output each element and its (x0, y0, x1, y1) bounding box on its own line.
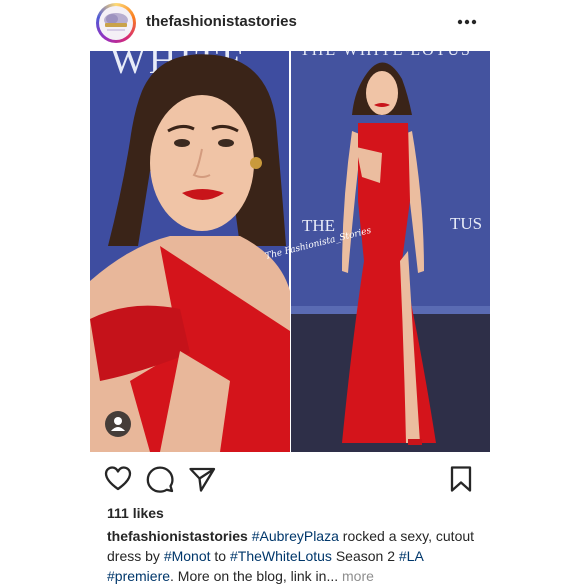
hashtag-la[interactable]: #LA (399, 548, 423, 564)
bookmark-icon[interactable] (447, 465, 475, 493)
avatar[interactable] (96, 3, 136, 43)
hashtag-thewhitelotus[interactable]: #TheWhiteLotus (230, 548, 332, 564)
caption-text: . More on the blog, link in... (170, 568, 343, 584)
hashtag-premiere[interactable]: #premiere (107, 568, 170, 584)
send-icon[interactable] (188, 465, 216, 493)
caption-text: to (210, 548, 230, 564)
post-username[interactable]: thefashionistastories (146, 13, 297, 30)
avatar-logo (99, 6, 133, 40)
caption-text: Season 2 (331, 548, 399, 564)
heart-icon[interactable] (104, 465, 132, 493)
action-bar (0, 462, 580, 496)
backdrop-right-left: THE (302, 216, 335, 235)
hashtag-aubreyplaza[interactable]: #AubreyPlaza (252, 528, 339, 544)
caption-more-link[interactable]: more (342, 568, 374, 584)
post-caption: thefashionistastories #AubreyPlaza rocke… (107, 526, 487, 586)
likes-count[interactable]: 111 likes (107, 505, 164, 521)
caption-username[interactable]: thefashionistastories (107, 528, 248, 544)
backdrop-top-text: THE WHITE LOTUS (300, 51, 472, 59)
user-tag-icon[interactable] (105, 411, 131, 437)
more-dots-icon[interactable] (456, 14, 478, 30)
post-image[interactable]: WHITE THE WHITE LOTUS THE TUS (90, 51, 490, 452)
hashtag-monot[interactable]: #Monot (164, 548, 211, 564)
backdrop-right-right: TUS (450, 214, 482, 233)
post-header: thefashionistastories (0, 0, 580, 50)
comment-icon[interactable] (146, 465, 174, 493)
